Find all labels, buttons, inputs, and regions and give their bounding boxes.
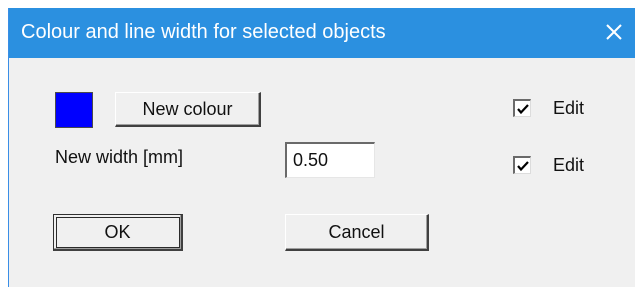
ok-button[interactable]: OK	[53, 214, 183, 251]
colour-edit-label: Edit	[553, 98, 585, 118]
title-bar[interactable]: Colour and line width for selected objec…	[9, 8, 635, 58]
dialog-body: New colour Edit New width [mm] Edit OK C…	[9, 58, 635, 287]
colour-width-dialog: Colour and line width for selected objec…	[8, 8, 635, 287]
cancel-button[interactable]: Cancel	[285, 214, 429, 251]
new-colour-button[interactable]: New colour	[115, 92, 261, 127]
close-icon	[606, 24, 622, 40]
new-width-input[interactable]	[285, 142, 375, 178]
colour-swatch	[55, 92, 93, 128]
new-width-label: New width [mm]	[55, 147, 184, 167]
width-edit-label: Edit	[553, 155, 585, 175]
colour-edit-checkbox[interactable]	[513, 99, 531, 117]
width-edit-checkbox[interactable]	[513, 156, 531, 174]
dialog-title: Colour and line width for selected objec…	[21, 21, 386, 43]
checkmark-icon	[517, 161, 529, 172]
close-button[interactable]	[599, 17, 629, 47]
checkmark-icon	[517, 104, 529, 115]
